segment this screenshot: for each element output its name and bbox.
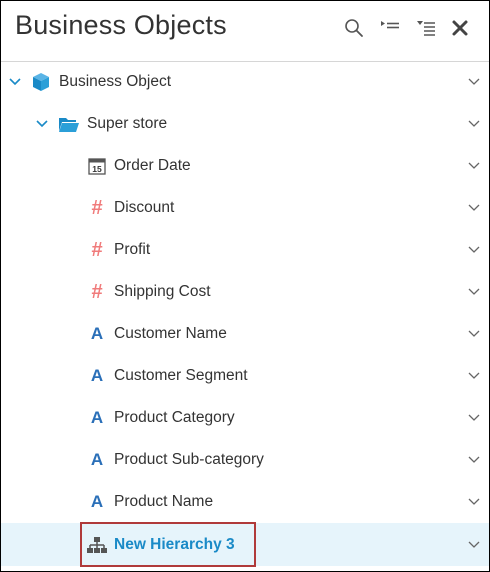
tree-row-new-hierarchy-3[interactable]: New Hierarchy 3	[1, 523, 489, 566]
tree-label: Product Category	[114, 409, 235, 426]
svg-text:15: 15	[92, 164, 102, 174]
dimension-a-icon: A	[90, 324, 104, 343]
chevron-down-icon[interactable]	[467, 453, 481, 467]
tree-label: Order Date	[114, 157, 191, 174]
measure-hash-icon: #	[91, 239, 103, 261]
chevron-down-icon[interactable]	[467, 538, 481, 552]
tree-row-folder[interactable]: Super store	[1, 103, 489, 145]
tree-label: Shipping Cost	[114, 283, 211, 300]
chevron-down-icon[interactable]	[467, 159, 481, 173]
tree-label-folder: Super store	[87, 115, 168, 132]
hierarchy-icon	[87, 535, 107, 555]
chevron-down-icon[interactable]	[8, 75, 22, 89]
chevron-down-icon[interactable]	[467, 75, 481, 89]
folder-open-icon	[58, 114, 80, 134]
tree-row-discount[interactable]: # Discount	[1, 187, 489, 229]
chevron-down-icon[interactable]	[467, 285, 481, 299]
tree-label: Customer Segment	[114, 367, 248, 384]
calendar-icon: 15	[87, 156, 107, 176]
chevron-down-icon[interactable]	[467, 243, 481, 257]
tree-label-selected: New Hierarchy 3	[114, 535, 235, 553]
tree-label: Product Name	[114, 493, 214, 510]
tree-row-customer-segment[interactable]: A Customer Segment	[1, 355, 489, 397]
chevron-down-icon[interactable]	[467, 495, 481, 509]
tree-label: Product Sub-category	[114, 451, 264, 468]
chevron-down-icon[interactable]	[467, 411, 481, 425]
close-icon[interactable]	[447, 15, 473, 41]
tree-label-root: Business Object	[59, 73, 171, 90]
collapse-icon[interactable]	[377, 15, 403, 41]
tree-row-order-date[interactable]: 15 Order Date	[1, 145, 489, 187]
tree-row-product-sub-category[interactable]: A Product Sub-category	[1, 439, 489, 481]
dimension-a-icon: A	[90, 450, 104, 469]
measure-hash-icon: #	[91, 281, 103, 303]
panel-title: Business Objects	[15, 10, 227, 40]
tree-row-root[interactable]: Business Object	[1, 61, 489, 103]
tree-row-product-name[interactable]: A Product Name	[1, 481, 489, 523]
chevron-down-icon[interactable]	[467, 201, 481, 215]
chevron-down-icon[interactable]	[467, 117, 481, 131]
tree-row-shipping-cost[interactable]: # Shipping Cost	[1, 271, 489, 313]
panel-header: Business Objects	[1, 1, 489, 62]
cube-icon	[31, 72, 51, 92]
tree-label: Profit	[114, 241, 151, 258]
chevron-down-icon[interactable]	[35, 117, 49, 131]
measure-hash-icon: #	[91, 197, 103, 219]
dimension-a-icon: A	[90, 492, 104, 511]
chevron-down-icon[interactable]	[467, 369, 481, 383]
tree-row-profit[interactable]: # Profit	[1, 229, 489, 271]
tree-row-product-category[interactable]: A Product Category	[1, 397, 489, 439]
list-filter-icon[interactable]	[413, 15, 439, 41]
tree-label: Customer Name	[114, 325, 227, 342]
search-icon[interactable]	[341, 15, 367, 41]
business-objects-panel: Business Objects Business Object Super s…	[0, 0, 490, 572]
dimension-a-icon: A	[90, 408, 104, 427]
tree-label: Discount	[114, 199, 175, 216]
chevron-down-icon[interactable]	[467, 327, 481, 341]
tree-row-customer-name[interactable]: A Customer Name	[1, 313, 489, 355]
dimension-a-icon: A	[90, 366, 104, 385]
